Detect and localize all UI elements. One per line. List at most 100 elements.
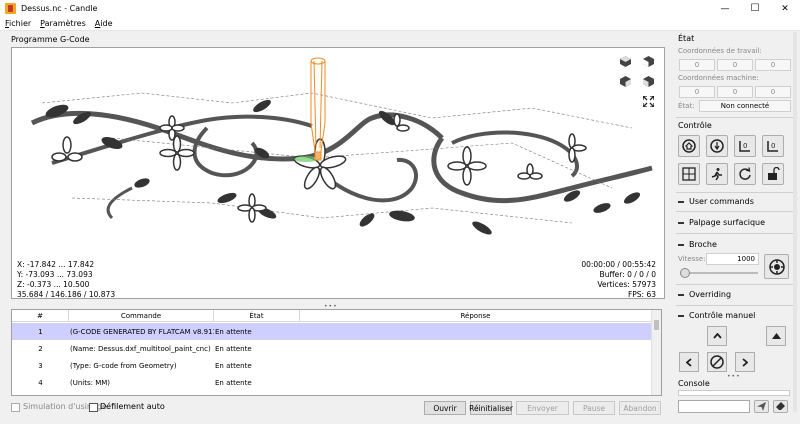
speed-label: Vitesse: bbox=[678, 255, 706, 263]
jog-x-minus-button[interactable] bbox=[679, 352, 699, 372]
overriding-section[interactable]: Overriding bbox=[678, 290, 731, 299]
send-button[interactable]: Envoyer bbox=[516, 401, 569, 415]
reset-button[interactable]: Réinitialiser bbox=[469, 401, 513, 415]
col-header-command[interactable]: Commande bbox=[69, 310, 214, 322]
table-row[interactable]: 1 (G-CODE GENERATED BY FLATCAM v8.911 - … bbox=[12, 323, 652, 340]
overriding-label: Overriding bbox=[689, 290, 732, 299]
divider bbox=[676, 284, 793, 285]
row-num: 1 bbox=[38, 327, 43, 336]
jog-stop-button[interactable] bbox=[707, 352, 727, 372]
svg-text:0: 0 bbox=[771, 142, 775, 150]
row-state: En attente bbox=[215, 378, 252, 387]
table-scrollbar[interactable] bbox=[651, 310, 661, 395]
speed-slider-handle[interactable] bbox=[680, 268, 690, 278]
home-icon bbox=[682, 139, 696, 153]
col-header-num[interactable]: # bbox=[12, 310, 69, 322]
work-coord-x: 0 bbox=[679, 59, 715, 71]
console-clear-button[interactable] bbox=[773, 400, 788, 413]
divider bbox=[676, 305, 793, 306]
state-panel-title: État bbox=[678, 34, 695, 43]
open-button[interactable]: Ouvrir bbox=[424, 401, 466, 415]
reset-controller-button[interactable] bbox=[734, 163, 756, 185]
row-num: 2 bbox=[38, 344, 43, 353]
zero-xy-icon: 0 bbox=[739, 141, 750, 152]
view-front-cube-icon[interactable] bbox=[620, 76, 631, 87]
table-row[interactable]: 2 (Name: Dessus.dxf_multitool_paint_cnc)… bbox=[12, 340, 652, 357]
zero-xy-button[interactable]: 0 bbox=[734, 135, 756, 157]
maximize-button[interactable]: ☐ bbox=[740, 0, 770, 17]
triangle-up-icon bbox=[771, 333, 781, 339]
console-label: Console bbox=[678, 379, 710, 388]
row-command: (Units: MM) bbox=[70, 378, 111, 387]
jog-z-plus-button[interactable] bbox=[766, 326, 786, 346]
machine-coord-x: 0 bbox=[679, 86, 715, 98]
probing-label: Palpage surfacique bbox=[689, 218, 766, 227]
table-row[interactable]: 3 (Type: G-code from Geometry) En attent… bbox=[12, 357, 652, 374]
autoscroll-label: Défilement auto bbox=[100, 402, 165, 411]
restore-origin-button[interactable] bbox=[678, 163, 700, 185]
zero-z-button[interactable]: 0 bbox=[762, 135, 784, 157]
table-row[interactable]: 4 (Units: MM) En attente bbox=[12, 374, 652, 391]
status-value: Non connecté bbox=[699, 100, 791, 112]
viewport-coords: X: -17.842 ... 17.842 Y: -73.093 ... 73.… bbox=[17, 260, 115, 298]
speed-slider-track[interactable] bbox=[680, 272, 758, 274]
svg-text:0: 0 bbox=[743, 142, 747, 150]
user-commands-section[interactable]: User commands bbox=[678, 197, 754, 206]
machine-coord-z: 0 bbox=[755, 86, 791, 98]
menu-bar: Fichier Paramètres Aide bbox=[0, 17, 800, 31]
row-response bbox=[301, 357, 651, 374]
view-left-cube-icon[interactable] bbox=[643, 76, 654, 87]
row-state: En attente bbox=[215, 344, 252, 353]
divider bbox=[676, 192, 793, 193]
divider bbox=[676, 233, 793, 234]
row-state: En attente bbox=[215, 361, 252, 370]
pause-button[interactable]: Pause bbox=[573, 401, 615, 415]
machine-coord-y: 0 bbox=[717, 86, 753, 98]
speed-input[interactable]: 1000 bbox=[706, 253, 759, 265]
zero-z-icon: 0 bbox=[767, 141, 778, 152]
row-command: (Name: Dessus.dxf_multitool_paint_cnc) bbox=[70, 344, 211, 353]
console-send-button[interactable] bbox=[754, 400, 769, 413]
menu-fichier[interactable]: Fichier bbox=[5, 19, 31, 28]
control-panel-title: Contrôle bbox=[678, 121, 712, 130]
row-response bbox=[301, 374, 651, 391]
probing-section[interactable]: Palpage surfacique bbox=[678, 218, 765, 227]
row-response bbox=[301, 340, 651, 357]
unlock-button[interactable] bbox=[762, 163, 784, 185]
manual-control-section[interactable]: Contrôle manuel bbox=[678, 311, 755, 320]
autoscroll-checkbox[interactable] bbox=[89, 403, 98, 412]
console-output bbox=[678, 390, 790, 396]
row-command: (Type: G-code from Geometry) bbox=[70, 361, 177, 370]
title-bar: Dessus.nc - Candle — ☐ ✕ bbox=[0, 0, 800, 17]
console-input[interactable] bbox=[678, 400, 750, 413]
send-icon bbox=[757, 402, 766, 411]
menu-aide[interactable]: Aide bbox=[95, 19, 113, 28]
minimize-button[interactable]: — bbox=[710, 0, 740, 17]
menu-parametres[interactable]: Paramètres bbox=[40, 19, 86, 28]
fit-view-icon[interactable] bbox=[643, 96, 654, 107]
zero-z-probe-button[interactable] bbox=[706, 135, 728, 157]
stop-icon bbox=[710, 355, 724, 369]
row-num: 3 bbox=[38, 361, 43, 370]
spindle-toggle-button[interactable] bbox=[764, 254, 789, 279]
z-range: Z: -0.373 ... 10.500 bbox=[17, 280, 90, 289]
home-button[interactable] bbox=[678, 135, 700, 157]
abort-button[interactable]: Abandon bbox=[619, 401, 661, 415]
origin-icon bbox=[682, 167, 696, 181]
gcode-viewport[interactable]: X: -17.842 ... 17.842 Y: -73.093 ... 73.… bbox=[11, 47, 665, 299]
simulation-checkbox[interactable] bbox=[11, 403, 20, 412]
safe-position-button[interactable] bbox=[706, 163, 728, 185]
jog-y-plus-button[interactable] bbox=[707, 326, 727, 346]
col-header-response[interactable]: Réponse bbox=[300, 310, 652, 322]
spindle-section[interactable]: Broche bbox=[678, 240, 717, 249]
panel-splitter-handle[interactable]: ••• bbox=[727, 373, 741, 380]
view-iso-cube-icon[interactable] bbox=[620, 56, 631, 67]
candle-app-icon bbox=[5, 3, 16, 14]
divider bbox=[676, 117, 793, 118]
col-header-state[interactable]: État bbox=[214, 310, 300, 322]
jog-x-plus-button[interactable] bbox=[735, 352, 755, 372]
close-button[interactable]: ✕ bbox=[770, 0, 800, 17]
viewport-stats: 00:00:00 / 00:55:42 Buffer: 0 / 0 / 0 Ve… bbox=[581, 260, 656, 298]
view-top-cube-icon[interactable] bbox=[643, 56, 654, 67]
right-panel-scrollbar[interactable] bbox=[793, 32, 797, 412]
